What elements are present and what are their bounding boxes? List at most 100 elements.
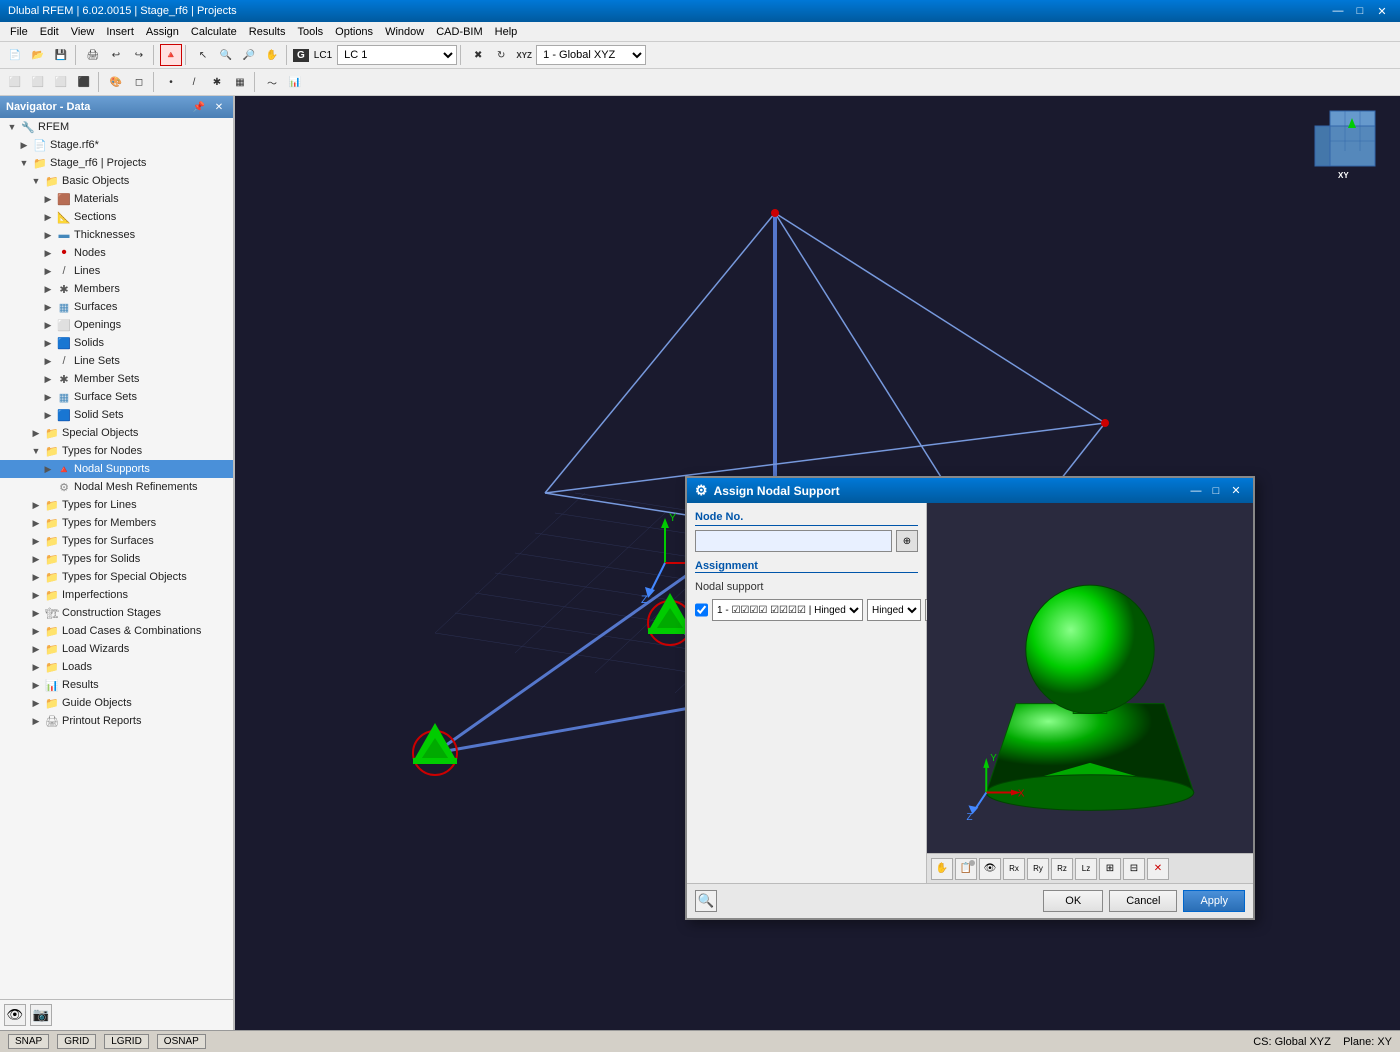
- tree-item-basic-objects[interactable]: ▼ 📁 Basic Objects: [0, 172, 233, 190]
- viewport[interactable]: Y X Z: [235, 96, 1400, 1030]
- tb2-wireframe[interactable]: ◻: [128, 71, 150, 93]
- expand-load-wizards[interactable]: ▶: [28, 641, 44, 657]
- dlg-tb-eye[interactable]: 👁: [979, 858, 1001, 880]
- tree-item-surface-sets[interactable]: ▶ ▦ Surface Sets: [0, 388, 233, 406]
- tree-item-types-for-nodes[interactable]: ▼ 📁 Types for Nodes: [0, 442, 233, 460]
- tree-item-types-for-solids[interactable]: ▶ 📁 Types for Solids: [0, 550, 233, 568]
- dlg-tb-grid[interactable]: ⊟: [1123, 858, 1145, 880]
- expand-printout-reports[interactable]: ▶: [28, 713, 44, 729]
- dialog-apply-button[interactable]: Apply: [1183, 890, 1245, 912]
- tb-load-case-select[interactable]: LC 1: [337, 45, 457, 65]
- menu-insert[interactable]: Insert: [100, 24, 140, 40]
- tree-item-surfaces[interactable]: ▶ ▦ Surfaces: [0, 298, 233, 316]
- dialog-search-button[interactable]: 🔍: [695, 890, 717, 912]
- tb-delete[interactable]: ✖: [467, 44, 489, 66]
- tree-item-line-sets[interactable]: ▶ / Line Sets: [0, 352, 233, 370]
- dlg-tb-rotate-y[interactable]: Ry: [1027, 858, 1049, 880]
- tree-item-types-for-special-objects[interactable]: ▶ 📁 Types for Special Objects: [0, 568, 233, 586]
- dlg-tb-copy2[interactable]: 📋: [955, 858, 977, 880]
- status-snap[interactable]: SNAP: [8, 1034, 49, 1049]
- expand-special-objects[interactable]: ▶: [28, 425, 44, 441]
- expand-members[interactable]: ▶: [40, 281, 56, 297]
- nav-eye-button[interactable]: 👁: [4, 1004, 26, 1026]
- tb-xyz[interactable]: XYZ: [513, 44, 535, 66]
- expand-solid-sets[interactable]: ▶: [40, 407, 56, 423]
- tb-coord-system[interactable]: 1 - Global XYZ: [536, 45, 646, 65]
- menu-options[interactable]: Options: [329, 24, 379, 40]
- dlg-tb-lz[interactable]: Lz: [1075, 858, 1097, 880]
- expand-load-cases-combinations[interactable]: ▶: [28, 623, 44, 639]
- tb2-view-3d[interactable]: ⬛: [73, 71, 95, 93]
- minimize-button[interactable]: —: [1328, 3, 1348, 19]
- tree-item-nodal-mesh-refinements[interactable]: ▶ ⚙ Nodal Mesh Refinements: [0, 478, 233, 496]
- expand-rfem[interactable]: ▼: [4, 119, 20, 135]
- menu-results[interactable]: Results: [243, 24, 292, 40]
- expand-types-for-members[interactable]: ▶: [28, 515, 44, 531]
- expand-solids[interactable]: ▶: [40, 335, 56, 351]
- dialog-minimize-button[interactable]: —: [1187, 483, 1205, 499]
- tb-print[interactable]: 🖨: [82, 44, 104, 66]
- tree-item-stage-rf6-star[interactable]: ▶ 📄 Stage.rf6*: [0, 136, 233, 154]
- tb2-deformation[interactable]: 〜: [261, 71, 283, 93]
- menu-file[interactable]: File: [4, 24, 34, 40]
- tree-item-solid-sets[interactable]: ▶ 🟦 Solid Sets: [0, 406, 233, 424]
- expand-results[interactable]: ▶: [28, 677, 44, 693]
- expand-types-for-solids[interactable]: ▶: [28, 551, 44, 567]
- tree-item-types-for-surfaces[interactable]: ▶ 📁 Types for Surfaces: [0, 532, 233, 550]
- expand-thicknesses[interactable]: ▶: [40, 227, 56, 243]
- tree-item-printout-reports[interactable]: ▶ 🖨 Printout Reports: [0, 712, 233, 730]
- expand-basic-objects[interactable]: ▼: [28, 173, 44, 189]
- dlg-tb-rotate-x[interactable]: Rx: [1003, 858, 1025, 880]
- tb2-render[interactable]: 🎨: [105, 71, 127, 93]
- tb2-view-side[interactable]: ⬜: [27, 71, 49, 93]
- nodal-support-select[interactable]: 1 - ☑☑☑☑ ☑☑☑☑ | Hinged: [712, 599, 863, 621]
- tb-zoom-in[interactable]: 🔍: [215, 44, 237, 66]
- status-osnap[interactable]: OSNAP: [157, 1034, 206, 1049]
- dialog-cancel-button[interactable]: Cancel: [1109, 890, 1177, 912]
- tree-item-members[interactable]: ▶ ✱ Members: [0, 280, 233, 298]
- tb-pan[interactable]: ✋: [261, 44, 283, 66]
- tree-item-types-for-lines[interactable]: ▶ 📁 Types for Lines: [0, 496, 233, 514]
- tree-item-loads[interactable]: ▶ 📁 Loads: [0, 658, 233, 676]
- nodal-support-checkbox[interactable]: [695, 603, 708, 617]
- tb2-view-top[interactable]: ⬜: [50, 71, 72, 93]
- tree-item-rfem[interactable]: ▼ 🔧 RFEM: [0, 118, 233, 136]
- tree-item-special-objects[interactable]: ▶ 📁 Special Objects: [0, 424, 233, 442]
- menu-tools[interactable]: Tools: [291, 24, 329, 40]
- tree-item-materials[interactable]: ▶ 🟫 Materials: [0, 190, 233, 208]
- navigator-close-button[interactable]: ✕: [211, 99, 227, 115]
- expand-loads[interactable]: ▶: [28, 659, 44, 675]
- tree-item-results[interactable]: ▶ 📊 Results: [0, 676, 233, 694]
- tree-item-lines[interactable]: ▶ / Lines: [0, 262, 233, 280]
- tb2-view-front[interactable]: ⬜: [4, 71, 26, 93]
- expand-nodes[interactable]: ▶: [40, 245, 56, 261]
- expand-surface-sets[interactable]: ▶: [40, 389, 56, 405]
- expand-types-for-surfaces[interactable]: ▶: [28, 533, 44, 549]
- tree-item-openings[interactable]: ▶ ⬜ Openings: [0, 316, 233, 334]
- expand-imperfections[interactable]: ▶: [28, 587, 44, 603]
- expand-member-sets[interactable]: ▶: [40, 371, 56, 387]
- node-no-pick-button[interactable]: ⊕: [896, 530, 918, 552]
- tb-redo[interactable]: ↪: [128, 44, 150, 66]
- tb-select[interactable]: ↖: [192, 44, 214, 66]
- expand-nodal-supports[interactable]: ▶: [40, 461, 56, 477]
- dlg-tb-layers[interactable]: ⊞: [1099, 858, 1121, 880]
- tb-open[interactable]: 📂: [27, 44, 49, 66]
- expand-sections[interactable]: ▶: [40, 209, 56, 225]
- tb2-member[interactable]: ✱: [206, 71, 228, 93]
- dialog-maximize-button[interactable]: □: [1207, 483, 1225, 499]
- assign-nodal-support-dialog[interactable]: ⚙ Assign Nodal Support — □ ✕ Node No.: [685, 476, 1255, 920]
- expand-line-sets[interactable]: ▶: [40, 353, 56, 369]
- expand-types-for-lines[interactable]: ▶: [28, 497, 44, 513]
- expand-construction-stages[interactable]: ▶: [28, 605, 44, 621]
- tree-item-nodal-supports[interactable]: ▶ 🔺 Nodal Supports: [0, 460, 233, 478]
- menu-window[interactable]: Window: [379, 24, 430, 40]
- tree-item-sections[interactable]: ▶ 📐 Sections: [0, 208, 233, 226]
- tree-item-construction-stages[interactable]: ▶ 🏗 Construction Stages: [0, 604, 233, 622]
- tree-item-nodes[interactable]: ▶ • Nodes: [0, 244, 233, 262]
- tree-item-solids[interactable]: ▶ 🟦 Solids: [0, 334, 233, 352]
- expand-types-for-nodes[interactable]: ▼: [28, 443, 44, 459]
- menu-edit[interactable]: Edit: [34, 24, 65, 40]
- navigator-pin-button[interactable]: 📌: [191, 99, 207, 115]
- tree-item-guide-objects[interactable]: ▶ 📁 Guide Objects: [0, 694, 233, 712]
